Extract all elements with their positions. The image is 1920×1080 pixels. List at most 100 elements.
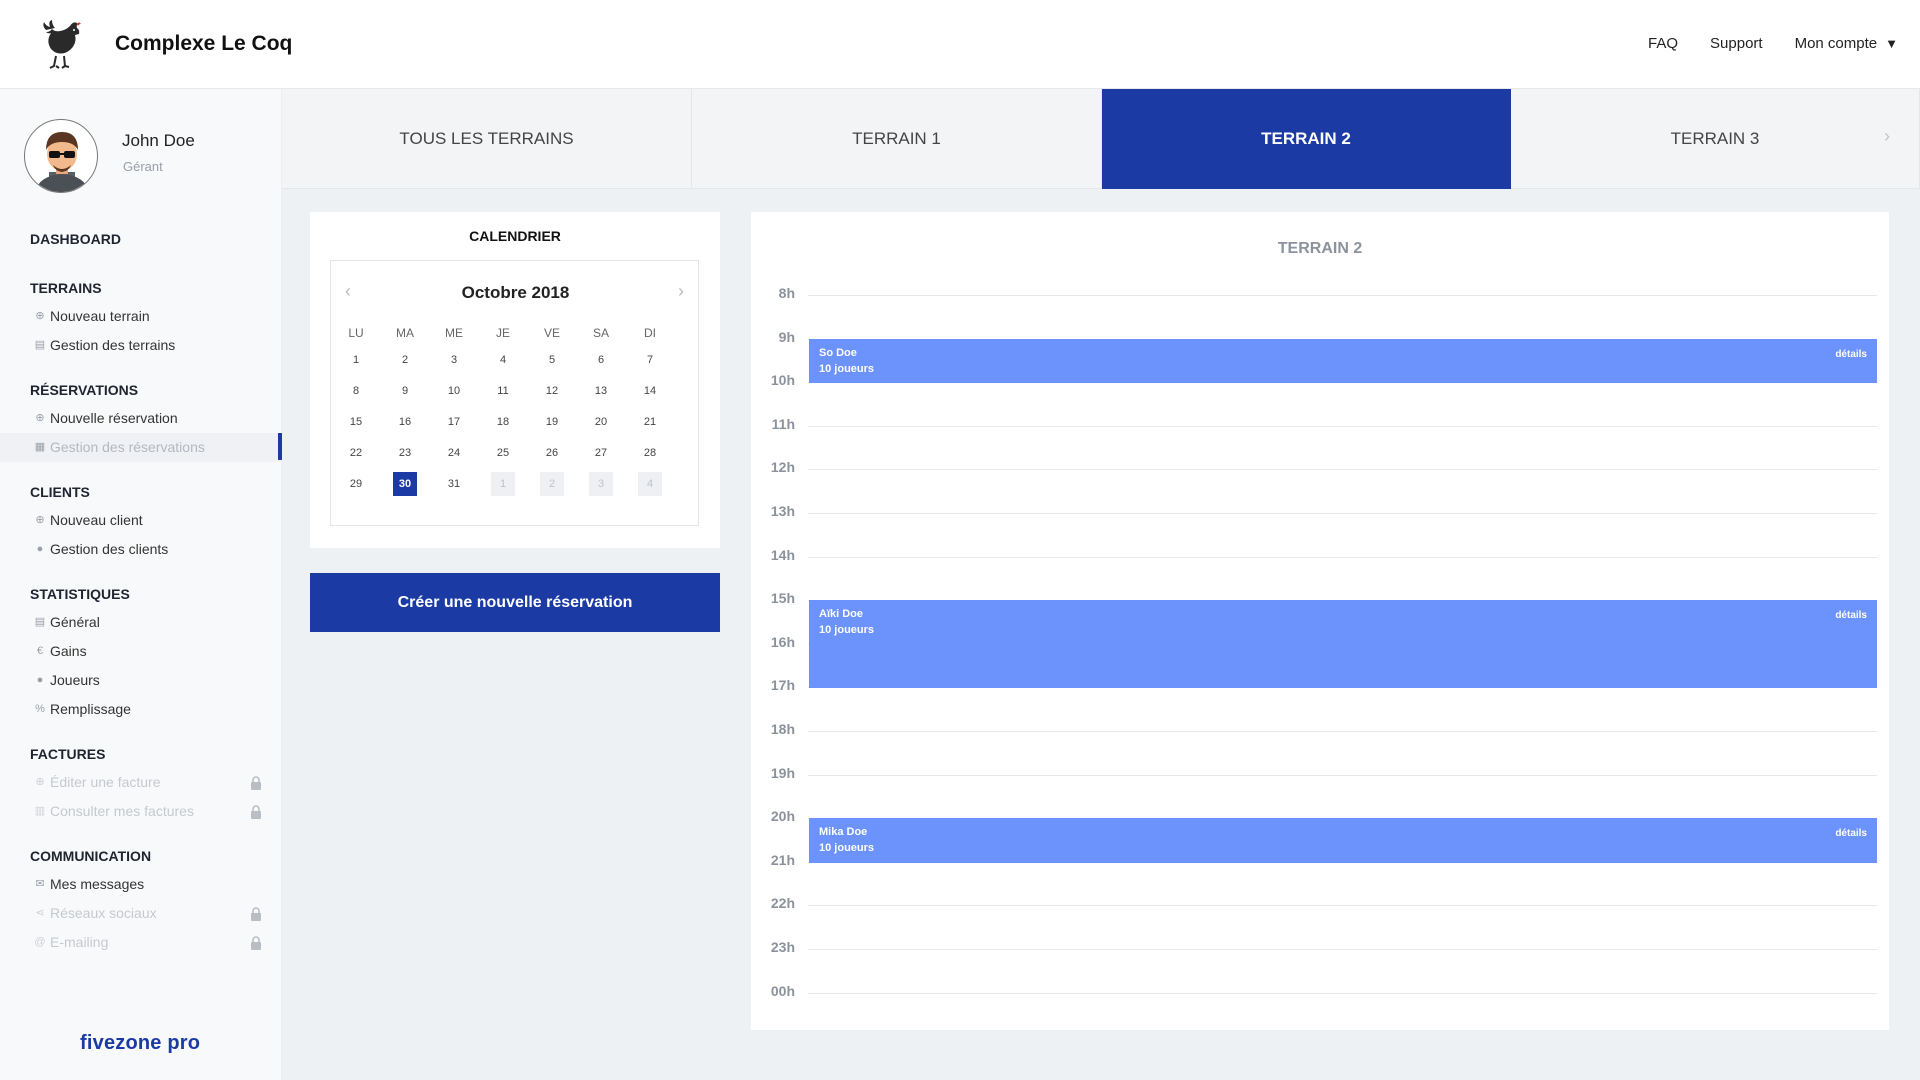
hour-gridline — [808, 992, 1877, 994]
calendar-day[interactable]: 13 — [589, 379, 613, 403]
sidebar-item-social[interactable]: ⋖ Réseaux sociaux — [0, 899, 282, 928]
calendar-day[interactable]: 1 — [491, 472, 515, 496]
sidebar-item-stats-gains[interactable]: € Gains — [0, 637, 282, 666]
sidebar-item-stats-players[interactable]: ● Joueurs — [0, 666, 282, 695]
sidebar-item-manage-terrains[interactable]: ▤ Gestion des terrains — [0, 331, 282, 360]
chevron-down-icon[interactable]: ▼ — [1885, 36, 1898, 51]
chevron-right-icon[interactable]: › — [678, 281, 684, 302]
reservation-block[interactable]: Mika Doe 10 joueurs détails — [809, 818, 1877, 863]
user-icon: ● — [36, 674, 44, 686]
calendar-day[interactable]: 31 — [442, 472, 466, 496]
calendar-day[interactable]: 14 — [638, 379, 662, 403]
calendar-day[interactable]: 17 — [442, 410, 466, 434]
calendar-day[interactable]: 12 — [540, 379, 564, 403]
calendar-day[interactable]: 9 — [393, 379, 417, 403]
calendar-day[interactable]: 2 — [540, 472, 564, 496]
sidebar-item-label: Général — [50, 614, 100, 630]
calendar-day[interactable]: 27 — [589, 441, 613, 465]
tab-all-terrains[interactable]: TOUS LES TERRAINS — [282, 89, 692, 189]
reservation-players: 10 joueurs — [819, 842, 875, 855]
calendar-day[interactable]: 30 — [393, 472, 417, 496]
hour-gridline — [808, 513, 1877, 514]
reservation-details-link[interactable]: détails — [1835, 610, 1867, 621]
calendar-day[interactable]: 1 — [344, 348, 368, 372]
plus-circle-icon: ⊕ — [35, 412, 45, 424]
tab-terrain-3[interactable]: TERRAIN 3 — [1511, 89, 1920, 189]
chevron-right-icon[interactable]: › — [1884, 126, 1890, 147]
reservation-client-name: Mika Doe — [819, 826, 868, 839]
reservation-details-link[interactable]: détails — [1835, 349, 1867, 360]
calendar-day[interactable]: 26 — [540, 441, 564, 465]
calendar-day[interactable]: 3 — [442, 348, 466, 372]
hour-gridline — [808, 469, 1877, 471]
sidebar-item-manage-clients[interactable]: ● Gestion des clients — [0, 535, 282, 564]
calendar-day[interactable]: 22 — [344, 441, 368, 465]
calendar-weekday: SA — [592, 326, 609, 340]
plus-circle-icon: ⊕ — [35, 776, 45, 788]
sidebar-item-view-invoices[interactable]: ▥ Consulter mes factures — [0, 797, 282, 826]
calendar-day[interactable]: 16 — [393, 410, 417, 434]
section-communication: COMMUNICATION — [30, 848, 152, 864]
support-link[interactable]: Support — [1710, 35, 1763, 52]
calendar-day[interactable]: 11 — [491, 379, 515, 403]
sidebar-item-label: Gestion des réservations — [50, 439, 205, 455]
sidebar-item-new-client[interactable]: ⊕ Nouveau client — [0, 506, 282, 535]
calendar-weekday: DI — [644, 326, 656, 340]
tab-terrain-1[interactable]: TERRAIN 1 — [692, 89, 1102, 189]
sidebar-item-edit-invoice[interactable]: ⊕ Éditer une facture — [0, 768, 282, 797]
reservation-block[interactable]: So Doe 10 joueurs détails — [809, 338, 1877, 384]
account-menu[interactable]: Mon compte — [1795, 35, 1878, 52]
sidebar-item-messages[interactable]: ✉ Mes messages — [0, 870, 282, 899]
calendar-day[interactable]: 21 — [638, 410, 662, 434]
sidebar-item-new-reservation[interactable]: ⊕ Nouvelle réservation — [0, 404, 282, 433]
calendar-day[interactable]: 23 — [393, 441, 417, 465]
calendar-day[interactable]: 4 — [491, 348, 515, 372]
calendar-day[interactable]: 10 — [442, 379, 466, 403]
calendar-weekday: MA — [396, 326, 414, 340]
reservation-details-link[interactable]: détails — [1835, 828, 1867, 839]
calendar-day[interactable]: 25 — [491, 441, 515, 465]
rooster-logo-icon[interactable] — [40, 20, 84, 70]
calendar-card: CALENDRIER ‹ Octobre 2018 › LU MA ME JE VE SA… — [310, 212, 720, 548]
calendar-day[interactable]: 18 — [491, 410, 515, 434]
hour-label: 23h — [770, 939, 795, 955]
sidebar-item-manage-reservations[interactable]: ▦ Gestion des réservations — [0, 433, 282, 462]
sidebar-item-label: Nouveau client — [50, 512, 143, 528]
hour-label: 18h — [770, 721, 795, 737]
document-icon: ▥ — [34, 805, 46, 817]
hour-label: 13h — [770, 503, 795, 519]
reservation-block[interactable]: Aïki Doe 10 joueurs détails — [809, 600, 1877, 689]
create-reservation-button[interactable]: Créer une nouvelle réservation — [310, 573, 720, 632]
hour-gridline — [808, 556, 1877, 558]
faq-link[interactable]: FAQ — [1648, 35, 1678, 52]
reservation-players: 10 joueurs — [819, 624, 875, 637]
calendar-day[interactable]: 24 — [442, 441, 466, 465]
calendar-day[interactable]: 7 — [638, 348, 662, 372]
sidebar-item-new-terrain[interactable]: ⊕ Nouveau terrain — [0, 302, 282, 331]
calendar-day[interactable]: 29 — [344, 472, 368, 496]
calendar-day[interactable]: 3 — [589, 472, 613, 496]
calendar-day[interactable]: 19 — [540, 410, 564, 434]
sidebar-menu: DASHBOARD TERRAINS ⊕ Nouveau terrain ▤ Ges… — [0, 229, 282, 957]
calendar-day[interactable]: 28 — [638, 441, 662, 465]
sidebar-item-emailing[interactable]: @ E-mailing — [0, 928, 282, 957]
terrain-tabs: TOUS LES TERRAINS TERRAIN 1 TERRAIN 2 TE… — [282, 89, 1920, 189]
calendar-day[interactable]: 6 — [589, 348, 613, 372]
top-nav: FAQ Support Mon compte ▼ — [1616, 35, 1898, 52]
sidebar-item-dashboard[interactable]: DASHBOARD — [0, 229, 282, 249]
calendar-day[interactable]: 2 — [393, 348, 417, 372]
calendar-day[interactable]: 20 — [589, 410, 613, 434]
calendar-day[interactable]: 15 — [344, 410, 368, 434]
reservation-players: 10 joueurs — [819, 362, 875, 375]
calendar-day[interactable]: 8 — [344, 379, 368, 403]
sidebar-item-stats-fill[interactable]: % Remplissage — [0, 695, 282, 724]
avatar[interactable] — [24, 119, 98, 193]
sidebar-item-stats-general[interactable]: ▤ Général — [0, 608, 282, 637]
list-icon: ▤ — [34, 339, 46, 351]
calendar-day[interactable]: 5 — [540, 348, 564, 372]
calendar-day[interactable]: 4 — [638, 472, 662, 496]
tab-terrain-2[interactable]: TERRAIN 2 — [1102, 89, 1511, 189]
hour-label: 22h — [770, 895, 795, 912]
hour-label: 16h — [770, 633, 795, 650]
calendar-weekday: LU — [348, 326, 364, 340]
